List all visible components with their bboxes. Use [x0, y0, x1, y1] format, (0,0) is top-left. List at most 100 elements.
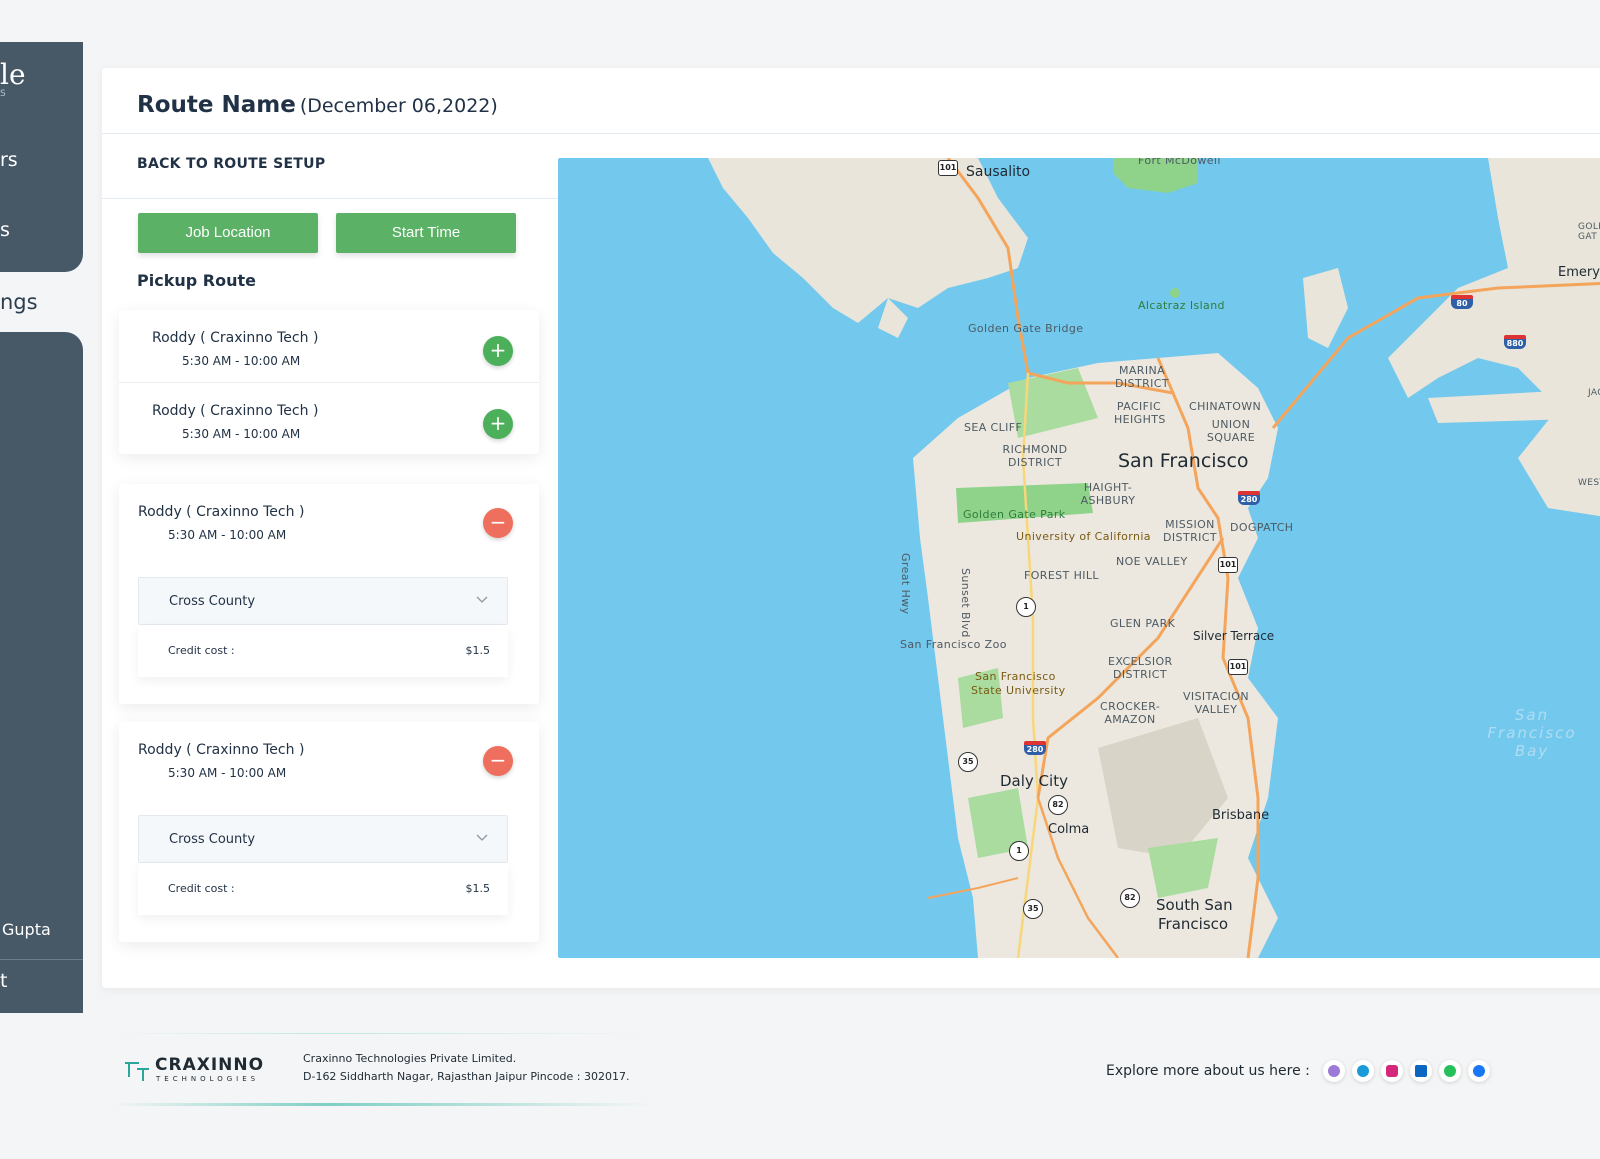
pickup-route-title: Pickup Route [137, 271, 256, 290]
pickup-time: 5:30 AM - 10:00 AM [182, 427, 301, 441]
remove-icon[interactable]: − [483, 746, 513, 776]
route-card-time: 5:30 AM - 10:00 AM [168, 766, 287, 780]
footer-divider [112, 1033, 652, 1034]
sidebar-logo: le [0, 58, 26, 91]
map-label-sunset-blvd: Sunset Blvd [959, 568, 972, 638]
map-label-haight-ashbury: HAIGHT-ASHBURY [1080, 481, 1136, 507]
skype-icon[interactable] [1352, 1060, 1374, 1082]
footer-logo-sub: TECHNOLOGIES [156, 1075, 260, 1083]
credit-cost-row: Credit cost : $1.5 [138, 625, 508, 677]
credit-cost-label: Credit cost : [168, 882, 235, 895]
county-select[interactable]: Cross County [138, 815, 508, 863]
county-select-value: Cross County [169, 832, 256, 847]
i880-shield-icon: 880 [1504, 335, 1526, 349]
map-label-noe-valley: NOE VALLEY [1116, 555, 1188, 568]
sidebar-item-2[interactable]: s [0, 219, 10, 241]
back-to-route-setup-link[interactable]: BACK TO ROUTE SETUP [137, 156, 325, 172]
map-label-marina: MARINA DISTRICT [1115, 364, 1169, 390]
us101-shield-icon: 101 [938, 160, 958, 176]
map-label-sfsu-2: State University [971, 684, 1066, 697]
sidebar-bottom: Gupta t [0, 332, 83, 1013]
sidebar-divider [0, 959, 83, 960]
map-label-colma: Colma [1048, 822, 1090, 837]
footer-company: Craxinno Technologies Private Limited. [303, 1052, 517, 1065]
map-label-crocker-amazon: CROCKER-AMAZON [1100, 700, 1161, 726]
sidebar-top: le S rs s [0, 42, 83, 272]
instagram-icon[interactable] [1381, 1060, 1403, 1082]
map-label-brisbane: Brisbane [1212, 808, 1270, 823]
pickup-name: Roddy ( Craxinno Tech ) [152, 330, 319, 346]
chevron-down-icon [476, 834, 488, 841]
map-label-sea-cliff: SEA CLIFF [964, 421, 1023, 434]
sidebar-logo-sub: S [0, 89, 8, 99]
route-card: Roddy ( Craxinno Tech ) 5:30 AM - 10:00 … [119, 722, 539, 942]
route-map[interactable]: Sausalito Fort McDowell Alcatraz Island … [558, 158, 1600, 958]
map-label-golden-gate-bridge: Golden Gate Bridge [968, 322, 1084, 335]
map-label-south-sf-2: Francisco [1158, 915, 1229, 933]
footer-address: D-162 Siddharth Nagar, Rajasthan Jaipur … [303, 1070, 630, 1083]
map-label-emeryville: Emeryv [1558, 265, 1600, 280]
sr82-shield-icon: 82 [1048, 795, 1068, 815]
sr1-shield-icon: 1 [1016, 597, 1036, 617]
sr35-shield-icon: 35 [958, 752, 978, 772]
sidebar-item-1[interactable]: rs [0, 149, 18, 171]
map-label-golden-gate-fields: GOLD GAT [1578, 222, 1600, 242]
map-label-sfsu-1: San Francisco [975, 670, 1056, 683]
map-land [708, 158, 1600, 958]
start-time-button[interactable]: Start Time [336, 213, 516, 253]
map-label-excelsior: EXCELSIOR DISTRICT [1108, 655, 1173, 681]
sidebar-user-name[interactable]: Gupta [0, 920, 51, 939]
map-label-visitacion: VISITACION VALLEY [1182, 690, 1249, 716]
map-label-glen-park: GLEN PARK [1110, 617, 1176, 630]
map-label-sf-bay: San Francisco Bay [1487, 706, 1577, 760]
footer-divider [112, 1103, 652, 1106]
facebook-icon[interactable] [1468, 1060, 1490, 1082]
footer-logo-name: CRAXINNO [155, 1055, 265, 1075]
map-label-dogpatch: DOGPATCH [1230, 521, 1294, 534]
linkedin-icon[interactable] [1410, 1060, 1432, 1082]
map-label-fort-mcdowell: Fort McDowell [1138, 158, 1221, 167]
map-label-chinatown: CHINATOWN [1189, 400, 1262, 413]
map-label-south-sf-1: South San [1156, 896, 1233, 914]
map-label-mission: MISSION DISTRICT [1163, 518, 1217, 544]
route-card: Roddy ( Craxinno Tech ) 5:30 AM - 10:00 … [119, 484, 539, 704]
map-label-golden-gate-park: Golden Gate Park [963, 508, 1066, 521]
route-card-name: Roddy ( Craxinno Tech ) [138, 504, 305, 520]
list-item: Roddy ( Craxinno Tech ) 5:30 AM - 10:00 … [119, 310, 539, 381]
whatsapp-icon[interactable] [1439, 1060, 1461, 1082]
map-label-richmond: RICHMOND DISTRICT [1002, 443, 1068, 469]
route-card-time: 5:30 AM - 10:00 AM [168, 528, 287, 542]
credit-cost-label: Credit cost : [168, 644, 235, 657]
add-icon[interactable]: + [483, 409, 513, 439]
map-label-great-hwy: Great Hwy [899, 553, 912, 615]
i280-shield-icon: 280 [1238, 491, 1260, 505]
sidebar-item-settings[interactable]: ngs [0, 290, 38, 314]
map-label-ucsf: University of California [1016, 530, 1151, 543]
job-location-button[interactable]: Job Location [138, 213, 318, 253]
route-header: Route Name (December 06,2022) [102, 68, 1600, 134]
map-label-daly-city: Daly City [1000, 772, 1068, 790]
pickup-name: Roddy ( Craxinno Tech ) [152, 403, 319, 419]
sidebar-item-logout[interactable]: t [0, 970, 7, 992]
chevron-down-icon [476, 596, 488, 603]
credit-cost-row: Credit cost : $1.5 [138, 863, 508, 915]
sr35-shield-icon: 35 [1023, 899, 1043, 919]
map-label-alcatraz: Alcatraz Island [1138, 299, 1225, 312]
county-select-value: Cross County [169, 594, 256, 609]
i80-shield-icon: 80 [1451, 295, 1473, 309]
i280-shield-icon: 280 [1024, 741, 1046, 755]
route-panel: Route Name (December 06,2022) BACK TO ROU… [102, 68, 1600, 988]
us101-shield-icon: 101 [1228, 659, 1248, 675]
list-item: Roddy ( Craxinno Tech ) 5:30 AM - 10:00 … [119, 382, 539, 453]
add-icon[interactable]: + [483, 336, 513, 366]
sr1-shield-icon: 1 [1009, 841, 1029, 861]
map-label-pacific-heights: PACIFIC HEIGHTS [1114, 400, 1166, 426]
website-icon[interactable] [1323, 1060, 1345, 1082]
route-card-name: Roddy ( Craxinno Tech ) [138, 742, 305, 758]
us101-shield-icon: 101 [1218, 557, 1238, 573]
remove-icon[interactable]: − [483, 508, 513, 538]
pickup-time: 5:30 AM - 10:00 AM [182, 354, 301, 368]
county-select[interactable]: Cross County [138, 577, 508, 625]
divider [102, 198, 558, 199]
credit-cost-value: $1.5 [465, 882, 491, 895]
